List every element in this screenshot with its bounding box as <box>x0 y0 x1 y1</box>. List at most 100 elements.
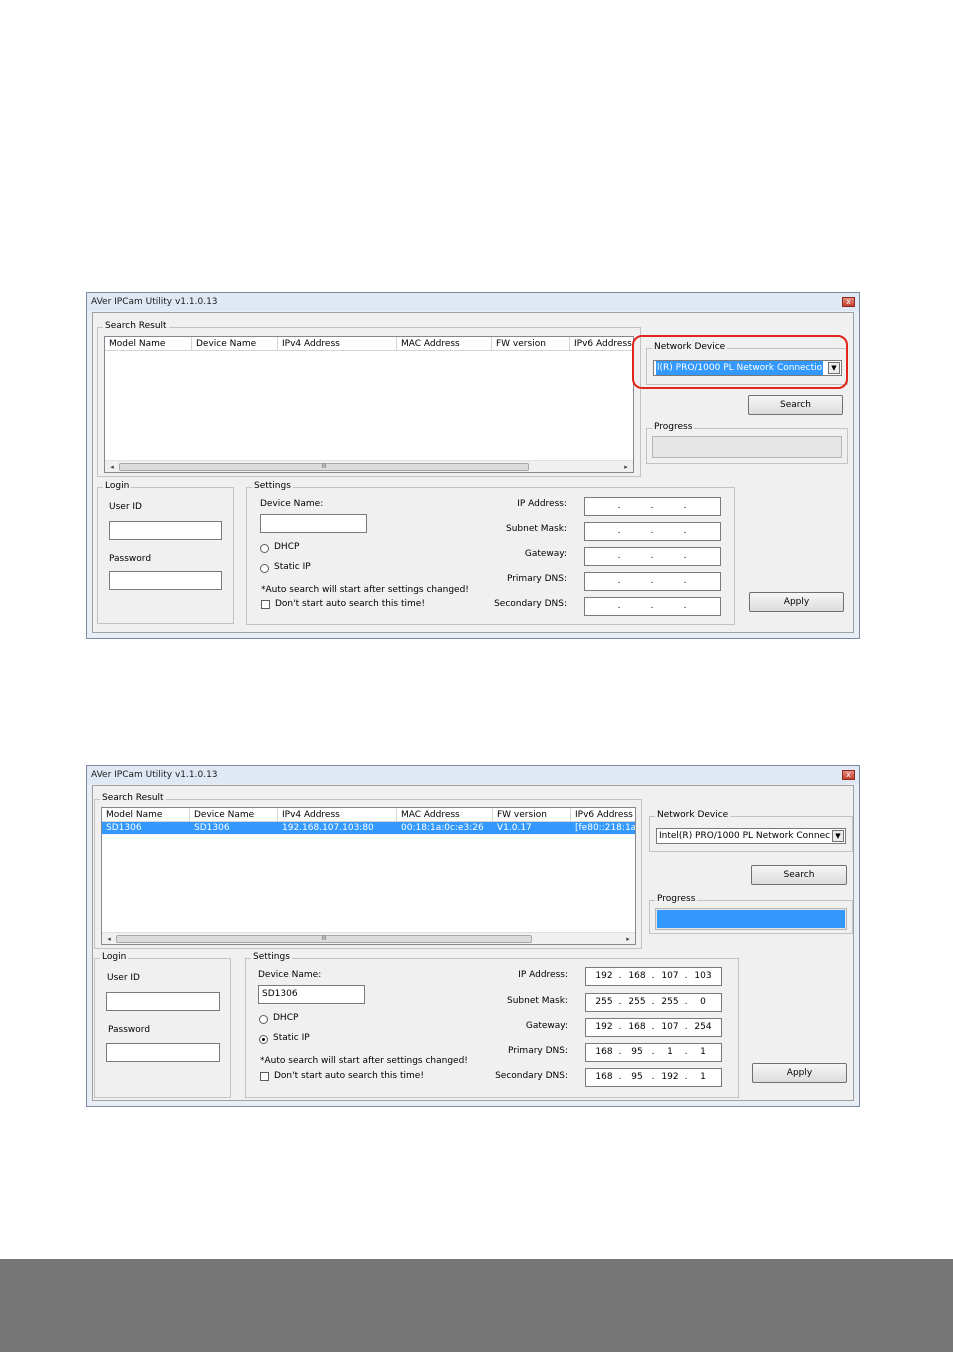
password-input[interactable] <box>106 1043 220 1062</box>
cell-fw-version: V1.0.17 <box>497 823 532 833</box>
search-button[interactable]: Search <box>748 395 843 415</box>
search-result-legend: Search Result <box>100 793 166 803</box>
ip-dot-separator: . <box>617 576 621 586</box>
dhcp-radio[interactable] <box>259 1015 268 1024</box>
user-id-input[interactable] <box>109 521 222 540</box>
gateway-field[interactable]: ... <box>584 547 721 566</box>
apply-button[interactable]: Apply <box>749 592 844 612</box>
subnet-mask-field[interactable]: ... <box>584 522 721 541</box>
ip-dot-separator: . <box>618 1047 622 1057</box>
ip-address-field[interactable]: ... <box>584 497 721 516</box>
ip-dot-separator: . <box>651 1047 655 1057</box>
column-device-name[interactable]: Device Name <box>192 337 278 351</box>
list-horizontal-scrollbar[interactable]: ◂ III ▸ <box>102 932 635 944</box>
static-ip-radio[interactable] <box>260 564 269 573</box>
column-fw-version[interactable]: FW version <box>492 337 570 351</box>
cell-model-name: SD1306 <box>106 823 142 833</box>
close-icon[interactable]: x <box>842 297 855 307</box>
column-mac-address[interactable]: MAC Address <box>397 337 492 351</box>
cell-mac-address: 00:18:1a:0c:e3:26 <box>401 823 484 833</box>
close-icon[interactable]: x <box>842 770 855 780</box>
column-ipv6-address[interactable]: IPv6 Address <box>570 337 633 351</box>
scroll-right-icon[interactable]: ▸ <box>623 934 633 944</box>
ip-address-field[interactable]: 192. 168. 107. 103 <box>585 967 722 986</box>
window-client-area: Search Result Model Name Device Name IPv… <box>92 785 854 1101</box>
dhcp-label: DHCP <box>273 1013 299 1023</box>
ip-dot-separator: . <box>651 1072 655 1082</box>
ip-octet[interactable]: 107 <box>657 1019 683 1036</box>
ip-octet[interactable]: 168 <box>624 1019 650 1036</box>
column-mac-address[interactable]: MAC Address <box>397 808 493 822</box>
network-device-select[interactable]: Intel(R) PRO/1000 PL Network Connec ▼ <box>656 828 846 844</box>
cell-ipv6-address: [fe80::218:1a <box>575 823 636 833</box>
subnet-mask-field[interactable]: 255. 255. 255. 0 <box>585 993 722 1012</box>
ip-octet[interactable]: 255 <box>657 994 683 1011</box>
table-row[interactable]: SD1306 SD1306 192.168.107.103:80 00:18:1… <box>102 822 636 835</box>
gateway-field[interactable]: 192. 168. 107. 254 <box>585 1018 722 1037</box>
ip-dot-separator: . <box>684 1047 688 1057</box>
ip-octet[interactable]: 192 <box>657 1069 683 1086</box>
ip-octet[interactable]: 1 <box>690 1069 716 1086</box>
ip-dot-separator: . <box>651 1022 655 1032</box>
ip-octet[interactable]: 254 <box>690 1019 716 1036</box>
scroll-thumb[interactable]: III <box>119 463 529 471</box>
title-bar: AVer IPCam Utility v1.1.0.13 x <box>87 766 859 784</box>
ip-octet[interactable]: 192 <box>591 968 617 985</box>
static-ip-label: Static IP <box>273 1033 310 1043</box>
ip-octet[interactable]: 1 <box>690 1044 716 1061</box>
device-name-input[interactable]: SD1306 <box>258 985 365 1004</box>
column-model-name[interactable]: Model Name <box>102 808 190 822</box>
page-footer-band <box>0 1259 953 1352</box>
ip-octet[interactable]: 95 <box>624 1044 650 1061</box>
primary-dns-field[interactable]: 168. 95. 1. 1 <box>585 1043 722 1062</box>
secondary-dns-field[interactable]: 168. 95. 192. 1 <box>585 1068 722 1087</box>
user-id-input[interactable] <box>106 992 220 1011</box>
network-device-value: Intel(R) PRO/1000 PL Network Connec <box>659 831 831 841</box>
scroll-left-icon[interactable]: ◂ <box>104 934 114 944</box>
column-ipv4-address[interactable]: IPv4 Address <box>278 808 397 822</box>
list-horizontal-scrollbar[interactable]: ◂ III ▸ <box>105 460 633 472</box>
secondary-dns-field[interactable]: ... <box>584 597 721 616</box>
ip-octet[interactable]: 168 <box>591 1069 617 1086</box>
column-model-name[interactable]: Model Name <box>105 337 192 351</box>
window-title: AVer IPCam Utility v1.1.0.13 <box>91 770 218 780</box>
device-list[interactable]: Model Name Device Name IPv4 Address MAC … <box>101 807 636 945</box>
device-list[interactable]: Model Name Device Name IPv4 Address MAC … <box>104 336 634 473</box>
ip-octet[interactable]: 0 <box>690 994 716 1011</box>
static-ip-radio[interactable] <box>259 1035 268 1044</box>
search-button[interactable]: Search <box>751 865 847 885</box>
chevron-down-icon[interactable]: ▼ <box>832 830 844 842</box>
ip-octet[interactable]: 192 <box>591 1019 617 1036</box>
primary-dns-field[interactable]: ... <box>584 572 721 591</box>
ip-octet[interactable]: 168 <box>624 968 650 985</box>
ip-octet[interactable]: 255 <box>591 994 617 1011</box>
ip-dot-separator: . <box>617 526 621 536</box>
scroll-left-icon[interactable]: ◂ <box>107 462 117 472</box>
ip-dot-separator: . <box>651 971 655 981</box>
window-client-area: Search Result Model Name Device Name IPv… <box>92 312 854 633</box>
ip-octet[interactable]: 95 <box>624 1069 650 1086</box>
scroll-right-icon[interactable]: ▸ <box>621 462 631 472</box>
ip-octet[interactable]: 168 <box>591 1044 617 1061</box>
apply-button[interactable]: Apply <box>752 1063 847 1083</box>
dhcp-radio[interactable] <box>260 544 269 553</box>
ip-octet[interactable]: 255 <box>624 994 650 1011</box>
network-device-select[interactable]: l(R) PRO/1000 PL Network Connectio ▼ <box>653 360 842 376</box>
column-ipv6-address[interactable]: IPv6 Address <box>571 808 635 822</box>
column-ipv4-address[interactable]: IPv4 Address <box>278 337 397 351</box>
no-auto-search-checkbox[interactable] <box>261 600 270 609</box>
column-device-name[interactable]: Device Name <box>190 808 278 822</box>
no-auto-search-checkbox[interactable] <box>260 1072 269 1081</box>
scroll-thumb[interactable]: III <box>116 935 532 943</box>
ip-dot-separator: . <box>618 971 622 981</box>
password-input[interactable] <box>109 571 222 590</box>
ip-octet[interactable]: 107 <box>657 968 683 985</box>
chevron-down-icon[interactable]: ▼ <box>828 362 840 374</box>
column-fw-version[interactable]: FW version <box>493 808 571 822</box>
ip-octet[interactable]: 103 <box>690 968 716 985</box>
progress-fill <box>657 910 845 928</box>
ip-octet[interactable]: 1 <box>657 1044 683 1061</box>
device-name-input[interactable] <box>260 514 367 533</box>
network-device-group: Network Device l(R) PRO/1000 PL Network … <box>646 342 848 385</box>
ip-dot-separator: . <box>684 1022 688 1032</box>
